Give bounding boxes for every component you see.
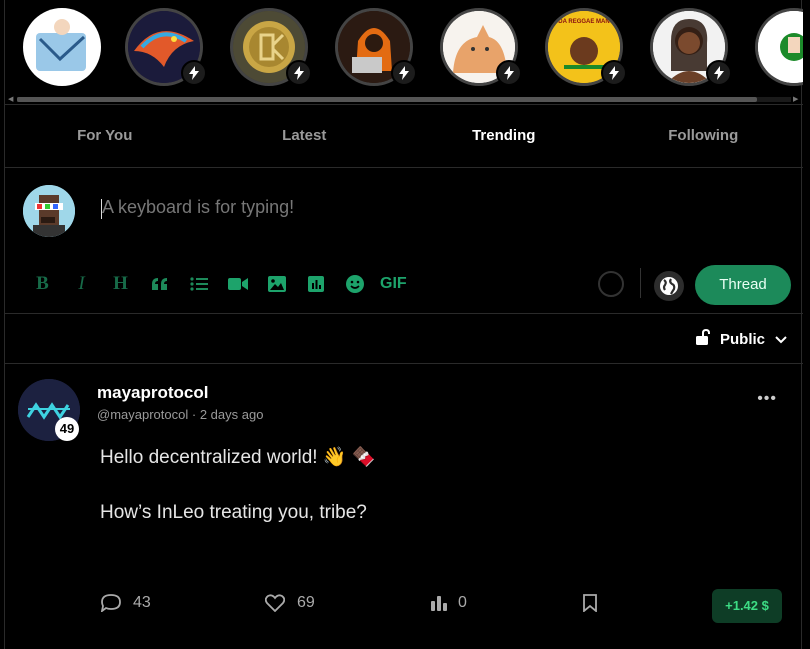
stories-strip[interactable]: DA REGGAE MAN ◀ ▶ [5,0,803,104]
composer: A keyboard is for typing! B I H GIF Thre… [5,167,803,314]
bookmark-icon [583,594,597,612]
quote-icon[interactable] [140,270,179,298]
bolt-icon [601,60,627,86]
post-time[interactable]: 2 days ago [200,407,264,422]
emoji-icon[interactable] [335,270,374,298]
story-avatar[interactable] [440,8,522,86]
chevron-down-icon [775,331,787,348]
globe-icon[interactable] [654,271,684,301]
tab-trending[interactable]: Trending [404,105,604,167]
post-card[interactable]: 49 mayaprotocol @mayaprotocol · 2 days a… [5,364,803,649]
story-avatar[interactable] [650,8,732,86]
heart-icon [265,594,285,612]
image-icon[interactable] [257,270,296,298]
bold-icon[interactable]: B [23,270,62,298]
feed-panel: DA REGGAE MAN ◀ ▶ For You Latest Trendin… [4,0,803,649]
tab-latest[interactable]: Latest [205,105,405,167]
thread-button[interactable]: Thread [695,265,791,305]
stories-scrollbar[interactable] [17,97,791,102]
tab-for-you[interactable]: For You [5,105,205,167]
story-avatar[interactable] [335,8,417,86]
story-caption: DA REGGAE MAN [558,19,610,25]
story-avatar[interactable] [23,8,101,86]
like-button[interactable]: 69 [265,594,315,612]
story-avatar[interactable] [125,8,207,86]
heading-icon[interactable]: H [101,270,140,298]
unlock-icon [695,328,711,349]
like-count: 69 [297,594,315,611]
more-options-icon[interactable]: ••• [757,390,777,408]
bookmark-button[interactable] [583,594,609,612]
author-name[interactable]: mayaprotocol [97,383,208,403]
scroll-left-icon[interactable]: ◀ [8,95,13,103]
scroll-right-icon[interactable]: ▶ [793,95,798,103]
bolt-icon [706,60,732,86]
scrollbar-thumb[interactable] [17,97,757,102]
view-count: 0 [458,594,467,611]
video-icon[interactable] [218,270,257,298]
comment-count: 43 [133,594,151,611]
format-toolbar: B I H GIF [23,270,407,298]
bolt-icon [391,60,417,86]
post-text-line: How’s InLeo treating you, tribe? [100,502,367,523]
list-icon[interactable] [179,270,218,298]
gif-button[interactable]: GIF [380,275,407,293]
post-text-line: Hello decentralized world! 👋 🍫 [100,447,376,468]
char-count-ring [598,271,624,297]
payout-badge[interactable]: +1.42 $ [712,589,782,623]
reputation-badge: 49 [55,417,79,441]
bolt-icon [286,60,312,86]
story-avatar[interactable]: DA REGGAE MAN [545,8,627,86]
story-avatar[interactable] [755,8,803,86]
user-avatar[interactable] [23,185,75,237]
visibility-row: Public [5,314,803,364]
feed-tabs: For You Latest Trending Following [5,104,803,168]
author-handle[interactable]: @mayaprotocol [97,407,188,422]
author-meta: @mayaprotocol · 2 days ago [97,407,263,422]
visibility-dropdown[interactable]: Public [695,328,787,349]
divider [640,268,641,298]
views-button[interactable]: 0 [430,594,467,612]
bolt-icon [496,60,522,86]
chart-bars-icon [431,596,447,611]
comment-icon [101,594,121,612]
meta-separator: · [191,407,200,422]
italic-icon[interactable]: I [62,270,101,298]
compose-input[interactable]: A keyboard is for typing! [102,197,294,218]
story-avatar[interactable] [230,8,312,86]
comment-button[interactable]: 43 [101,594,151,612]
tab-following[interactable]: Following [604,105,804,167]
poll-icon[interactable] [296,270,335,298]
bolt-icon [181,60,207,86]
visibility-label: Public [719,330,765,348]
post-actions: 43 69 0 [5,594,803,624]
